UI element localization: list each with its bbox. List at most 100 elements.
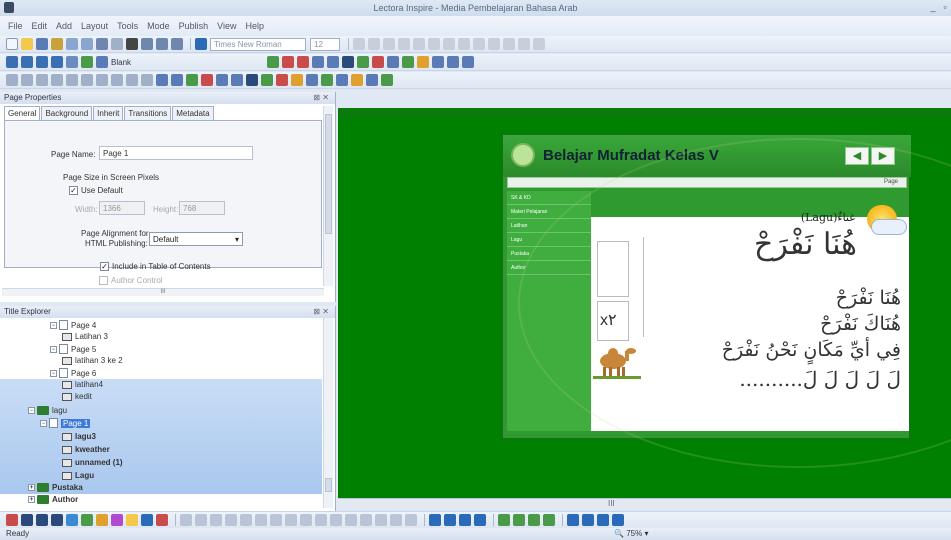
tree-item-unnamed[interactable]: unnamed (1)	[62, 458, 123, 467]
italic-icon[interactable]	[398, 38, 410, 50]
align-left-icon[interactable]	[428, 38, 440, 50]
double-arrow-icon[interactable]	[51, 514, 63, 526]
alignment-select[interactable]: Default ▾	[149, 232, 243, 246]
tab-inherit[interactable]: Inherit	[93, 106, 124, 120]
order-icon[interactable]	[66, 74, 78, 86]
numbering-icon[interactable]	[503, 38, 515, 50]
pen-icon[interactable]	[353, 38, 365, 50]
tree-item-latihan-3-ke-2[interactable]: latihan 3 ke 2	[62, 356, 123, 365]
arrow-up-icon[interactable]	[210, 514, 222, 526]
undo-icon[interactable]	[96, 38, 108, 50]
rss-icon[interactable]	[381, 74, 393, 86]
spell-icon[interactable]	[171, 38, 183, 50]
align-icon[interactable]	[6, 74, 18, 86]
tab-general[interactable]: General	[4, 106, 41, 120]
justify-icon[interactable]	[473, 38, 485, 50]
menu-layout[interactable]: Layout	[81, 21, 108, 31]
arrow-bend-icon[interactable]	[390, 514, 402, 526]
animation-icon[interactable]	[312, 56, 325, 68]
chapter-icon[interactable]	[21, 56, 33, 68]
use-default-checkbox[interactable]: ✓	[69, 186, 78, 195]
tree-item-latihan4[interactable]: latihan4	[62, 380, 103, 389]
arrow-lr-icon[interactable]	[240, 514, 252, 526]
green-up-icon[interactable]	[498, 514, 510, 526]
arrow-curve2-icon[interactable]	[345, 514, 357, 526]
page-icon[interactable]	[51, 56, 63, 68]
zoom-control[interactable]: 🔍 75% ▾	[614, 529, 648, 538]
menu-latihan[interactable]: Latihan	[507, 219, 591, 233]
page-properties-close-button[interactable]: ⊠ ✕	[313, 93, 329, 102]
canvas-hscroll[interactable]: III	[338, 498, 951, 508]
circle-red-icon[interactable]	[156, 514, 168, 526]
run-icon[interactable]	[81, 56, 93, 68]
arrow-diag4-icon[interactable]	[315, 514, 327, 526]
ellipse-icon[interactable]	[81, 514, 93, 526]
arrow-quad-icon[interactable]	[405, 514, 417, 526]
chart-icon[interactable]	[261, 74, 273, 86]
text-style-icon[interactable]	[195, 38, 207, 50]
survey-icon[interactable]	[402, 56, 415, 68]
reference-icon[interactable]	[351, 74, 363, 86]
web-window-icon[interactable]	[291, 74, 303, 86]
action-icon[interactable]	[372, 56, 385, 68]
tree-item-lagu3[interactable]: lagu3	[62, 432, 96, 441]
font-family-select[interactable]: Times New Roman	[210, 37, 306, 51]
underline-icon[interactable]	[413, 38, 425, 50]
copy-icon[interactable]	[66, 38, 78, 50]
guides-icon[interactable]	[126, 74, 138, 86]
frame-icon[interactable]	[231, 74, 243, 86]
menu-publish[interactable]: Publish	[179, 21, 209, 31]
blue-shape4-icon[interactable]	[612, 514, 624, 526]
font-color-icon[interactable]	[368, 38, 380, 50]
cut-icon[interactable]	[141, 38, 153, 50]
library-icon[interactable]	[156, 74, 168, 86]
arrow-diag3-icon[interactable]	[300, 514, 312, 526]
snap-icon[interactable]	[96, 74, 108, 86]
size-icon[interactable]	[36, 74, 48, 86]
video-icon[interactable]	[297, 56, 310, 68]
menu-lagu[interactable]: Lagu	[507, 233, 591, 247]
document-icon[interactable]	[327, 56, 340, 68]
new-icon[interactable]	[6, 38, 18, 50]
triangle-up-icon[interactable]	[429, 514, 441, 526]
tree-item-page-6[interactable]: − Page 6	[50, 368, 96, 378]
redo-icon[interactable]	[111, 38, 123, 50]
arrow-ud-icon[interactable]	[255, 514, 267, 526]
menu-author[interactable]: Author	[507, 261, 591, 275]
menu-add[interactable]: Add	[56, 21, 72, 31]
menu-tools[interactable]: Tools	[117, 21, 138, 31]
bold-icon[interactable]	[383, 38, 395, 50]
prev-page-button[interactable]: ◀	[845, 147, 869, 165]
publish-icon[interactable]	[216, 74, 228, 86]
text-icon[interactable]	[246, 74, 258, 86]
diamond-icon[interactable]	[96, 514, 108, 526]
menu-file[interactable]: File	[8, 21, 23, 31]
error-check-icon[interactable]	[201, 74, 213, 86]
tab-background[interactable]: Background	[41, 106, 93, 120]
indent-icon[interactable]	[518, 38, 530, 50]
bullets-icon[interactable]	[488, 38, 500, 50]
minimize-button[interactable]: _	[928, 2, 938, 12]
menu-sk-kd[interactable]: SK & KD	[507, 191, 591, 205]
arrow-curve-icon[interactable]	[330, 514, 342, 526]
tree-item-page-5[interactable]: − Page 5	[50, 344, 96, 354]
green-left-icon[interactable]	[528, 514, 540, 526]
blank-page-icon[interactable]	[96, 56, 108, 68]
page-name-input[interactable]: Page 1	[99, 146, 253, 160]
tree-item-lagu-action[interactable]: Lagu	[62, 471, 94, 480]
flash-icon[interactable]	[276, 74, 288, 86]
title-view-icon[interactable]	[6, 56, 18, 68]
save-icon[interactable]	[36, 38, 48, 50]
next-page-button[interactable]: ▶	[871, 147, 895, 165]
menu-view[interactable]: View	[217, 21, 236, 31]
arrow-down-icon[interactable]	[225, 514, 237, 526]
align-center-icon[interactable]	[443, 38, 455, 50]
open-icon[interactable]	[21, 38, 33, 50]
arrow-curve4-icon[interactable]	[375, 514, 387, 526]
align-right-icon[interactable]	[458, 38, 470, 50]
menu-pustaka[interactable]: Pustaka	[507, 247, 591, 261]
menu-mode[interactable]: Mode	[147, 21, 170, 31]
tree-item-page-4[interactable]: − Page 4	[50, 320, 96, 330]
menu-materi-pelajaran[interactable]: Materi Pelajaran	[507, 205, 591, 219]
line-tool-icon[interactable]	[21, 514, 33, 526]
